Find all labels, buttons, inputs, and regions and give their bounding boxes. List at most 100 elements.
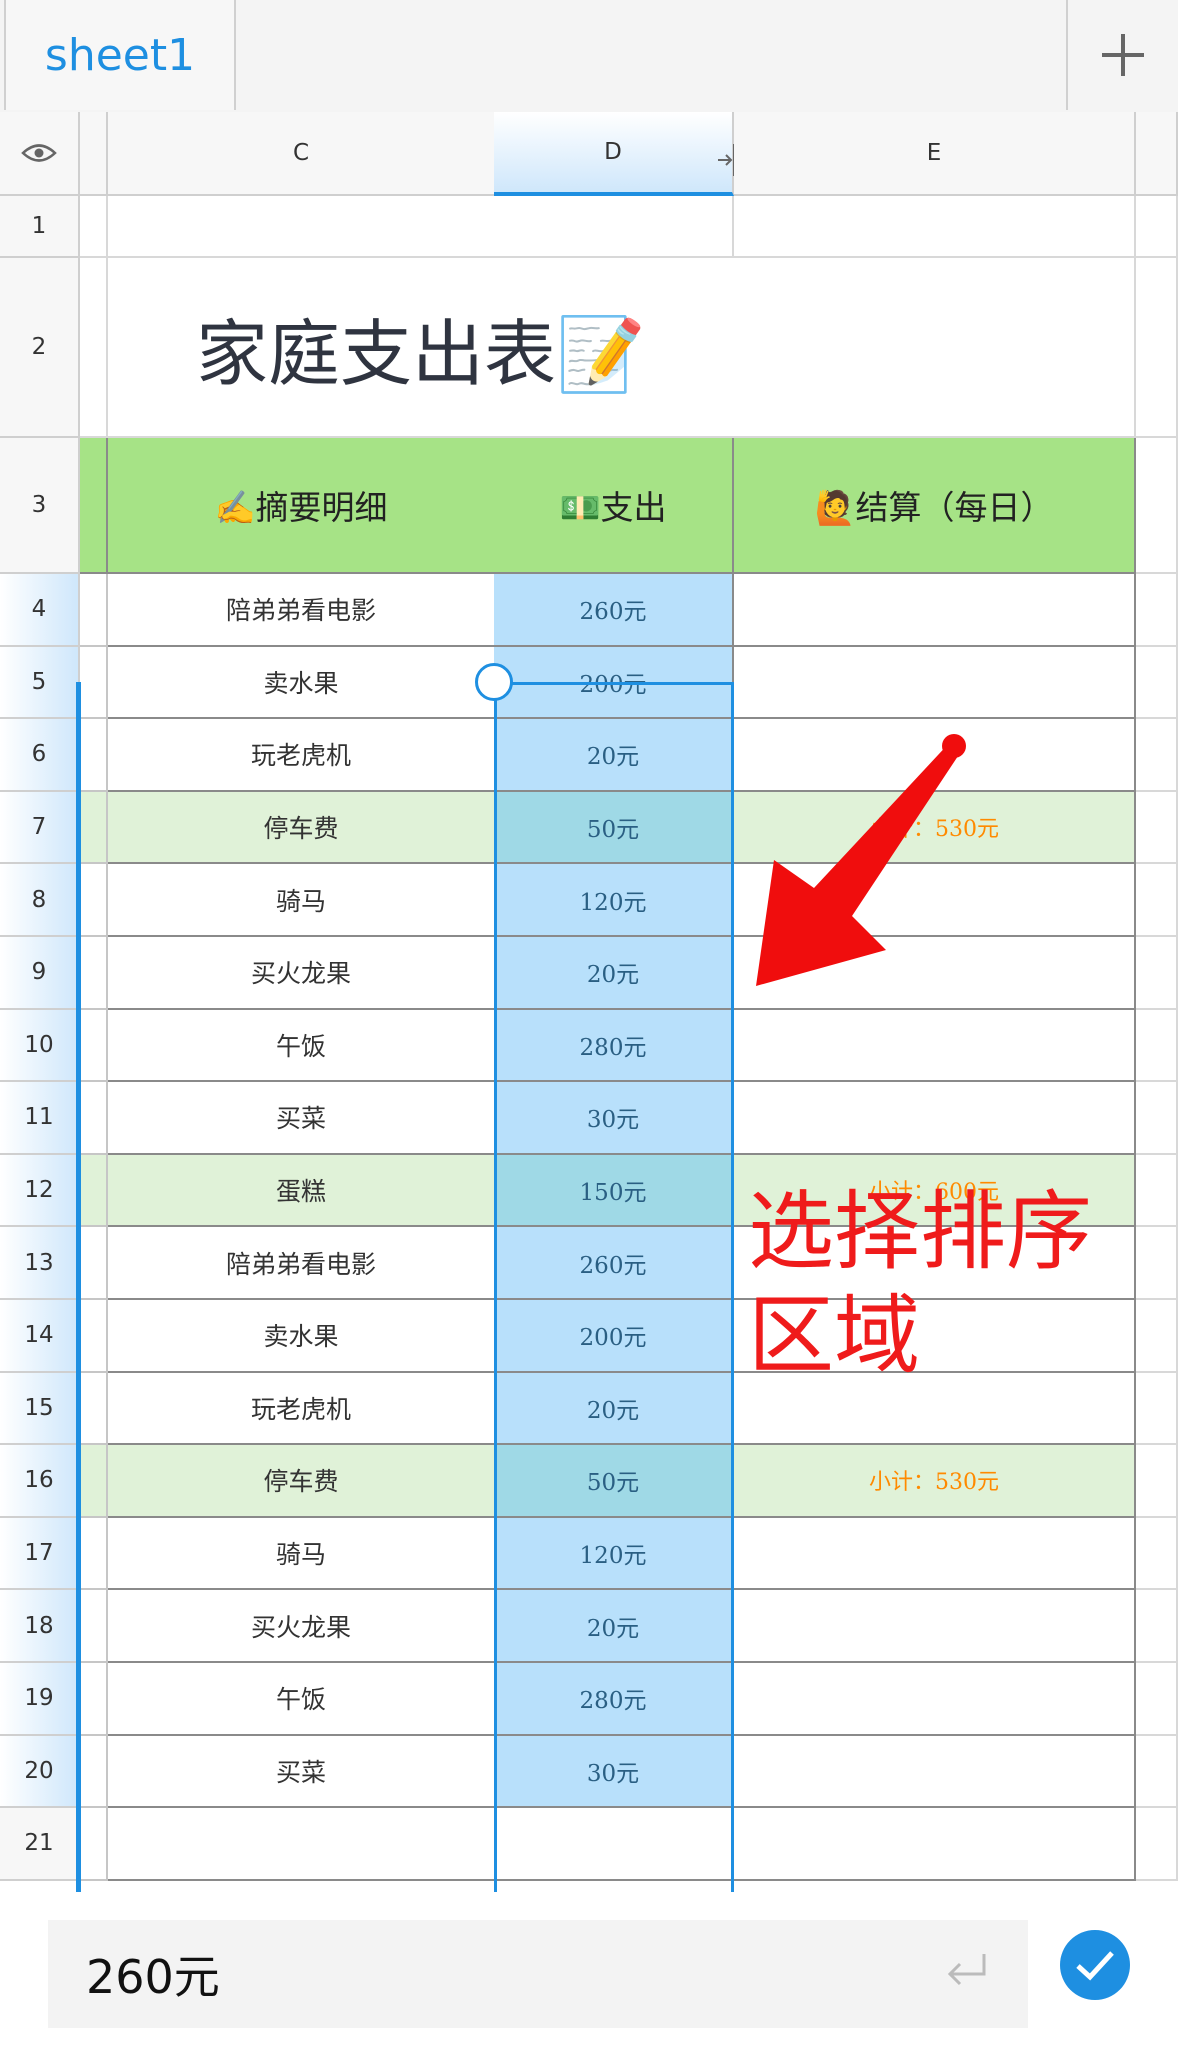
- cell-f14[interactable]: [1136, 1300, 1178, 1373]
- cell-amount[interactable]: 280元: [494, 1009, 734, 1083]
- row-header-16[interactable]: 16: [0, 1445, 80, 1518]
- cell-f5[interactable]: [1136, 646, 1178, 720]
- column-header-b[interactable]: [80, 112, 108, 196]
- cell-amount[interactable]: 30元: [494, 1082, 734, 1155]
- cell-item[interactable]: 停车费: [108, 791, 496, 865]
- enter-icon[interactable]: [944, 1950, 990, 1994]
- confirm-button[interactable]: [1060, 1930, 1130, 2000]
- tab-sheet1[interactable]: sheet1: [4, 0, 236, 110]
- cell-amount[interactable]: 200元: [494, 1300, 734, 1373]
- header-summary[interactable]: ✍️摘要明细: [108, 438, 496, 574]
- cell-item[interactable]: 停车费: [108, 1445, 496, 1518]
- cell-item[interactable]: 买菜: [108, 1735, 496, 1809]
- cell-b9[interactable]: [80, 937, 108, 1010]
- cell-f20[interactable]: [1136, 1735, 1178, 1809]
- cell-settlement[interactable]: [734, 1082, 1136, 1155]
- cell-amount[interactable]: 120元: [494, 1517, 734, 1591]
- cell-settlement[interactable]: [734, 574, 1136, 647]
- cell-amount[interactable]: 260元: [494, 574, 734, 647]
- cell-f13[interactable]: [1136, 1227, 1178, 1300]
- eye-icon-cell[interactable]: [0, 112, 80, 196]
- cell-b4[interactable]: [80, 574, 108, 647]
- cell-b3[interactable]: [80, 438, 108, 574]
- cell-f3[interactable]: [1136, 438, 1178, 574]
- cell-c1[interactable]: [108, 196, 496, 258]
- cell-item[interactable]: 骑马: [108, 1517, 496, 1591]
- cell-f15[interactable]: [1136, 1372, 1178, 1446]
- cell-amount[interactable]: 20元: [494, 1590, 734, 1663]
- cell-b12[interactable]: [80, 1154, 108, 1228]
- cell-amount[interactable]: 20元: [494, 937, 734, 1010]
- cell-amount[interactable]: 200元: [494, 646, 734, 720]
- row-header-13[interactable]: 13: [0, 1227, 80, 1300]
- cell-f6[interactable]: [1136, 719, 1178, 792]
- cell-f1[interactable]: [1136, 196, 1178, 258]
- cell-f2[interactable]: [1136, 258, 1178, 438]
- cell-amount[interactable]: 120元: [494, 864, 734, 937]
- cell-b13[interactable]: [80, 1227, 108, 1300]
- cell-settlement[interactable]: [734, 1735, 1136, 1809]
- row-header-2[interactable]: 2: [0, 258, 80, 438]
- cell-settlement[interactable]: [734, 646, 1136, 720]
- cell-settlement[interactable]: [734, 1590, 1136, 1663]
- cell-item[interactable]: 玩老虎机: [108, 719, 496, 792]
- cell-b21[interactable]: [80, 1808, 108, 1881]
- cell-item[interactable]: 买火龙果: [108, 1590, 496, 1663]
- cell-b10[interactable]: [80, 1009, 108, 1083]
- cell-f9[interactable]: [1136, 937, 1178, 1010]
- cell-settlement[interactable]: [734, 1517, 1136, 1591]
- cell-b17[interactable]: [80, 1517, 108, 1591]
- row-header-10[interactable]: 10: [0, 1009, 80, 1083]
- cell-item[interactable]: 买火龙果: [108, 937, 496, 1010]
- cell-amount[interactable]: 20元: [494, 719, 734, 792]
- cell-item[interactable]: 陪弟弟看电影: [108, 1227, 496, 1300]
- cell-settlement[interactable]: 小计：530元: [734, 1445, 1136, 1518]
- cell-amount[interactable]: 20元: [494, 1372, 734, 1446]
- cell-d21[interactable]: [494, 1808, 734, 1881]
- cell-c21[interactable]: [108, 1808, 496, 1881]
- cell-amount[interactable]: 260元: [494, 1227, 734, 1300]
- cell-f19[interactable]: [1136, 1663, 1178, 1736]
- cell-b20[interactable]: [80, 1735, 108, 1809]
- row-header-5[interactable]: 5: [0, 646, 80, 720]
- cell-b2[interactable]: [80, 258, 108, 438]
- header-settlement[interactable]: 🙋结算（每日）: [734, 438, 1136, 574]
- cell-b7[interactable]: [80, 791, 108, 865]
- formula-input[interactable]: 260元: [48, 1920, 1028, 2028]
- cell-item[interactable]: 卖水果: [108, 1300, 496, 1373]
- cell-item[interactable]: 蛋糕: [108, 1154, 496, 1228]
- cell-settlement[interactable]: [734, 1663, 1136, 1736]
- cell-d1[interactable]: [494, 196, 734, 258]
- cell-e1[interactable]: [734, 196, 1136, 258]
- row-header-18[interactable]: 18: [0, 1590, 80, 1663]
- sheet-title[interactable]: 家庭支出表📝: [108, 258, 1136, 438]
- column-header-f[interactable]: [1136, 112, 1178, 196]
- cell-settlement[interactable]: [734, 1009, 1136, 1083]
- column-header-c[interactable]: C: [108, 112, 496, 196]
- cell-item[interactable]: 玩老虎机: [108, 1372, 496, 1446]
- cell-item[interactable]: 陪弟弟看电影: [108, 574, 496, 647]
- cell-b8[interactable]: [80, 864, 108, 937]
- row-header-12[interactable]: 12: [0, 1154, 80, 1228]
- row-header-3[interactable]: 3: [0, 438, 80, 574]
- row-header-15[interactable]: 15: [0, 1372, 80, 1446]
- row-header-1[interactable]: 1: [0, 196, 80, 258]
- cell-f11[interactable]: [1136, 1082, 1178, 1155]
- header-expense[interactable]: 💵支出: [494, 438, 734, 574]
- cell-b14[interactable]: [80, 1300, 108, 1373]
- row-header-9[interactable]: 9: [0, 937, 80, 1010]
- row-header-20[interactable]: 20: [0, 1735, 80, 1809]
- row-header-21[interactable]: 21: [0, 1808, 80, 1881]
- cell-item[interactable]: 骑马: [108, 864, 496, 937]
- row-header-7[interactable]: 7: [0, 791, 80, 865]
- cell-b5[interactable]: [80, 646, 108, 720]
- cell-f4[interactable]: [1136, 574, 1178, 647]
- row-header-6[interactable]: 6: [0, 719, 80, 792]
- cell-amount[interactable]: 150元: [494, 1154, 734, 1228]
- row-header-14[interactable]: 14: [0, 1300, 80, 1373]
- cell-f16[interactable]: [1136, 1445, 1178, 1518]
- cell-amount[interactable]: 50元: [494, 1445, 734, 1518]
- cell-amount[interactable]: 280元: [494, 1663, 734, 1736]
- cell-b11[interactable]: [80, 1082, 108, 1155]
- row-header-17[interactable]: 17: [0, 1517, 80, 1591]
